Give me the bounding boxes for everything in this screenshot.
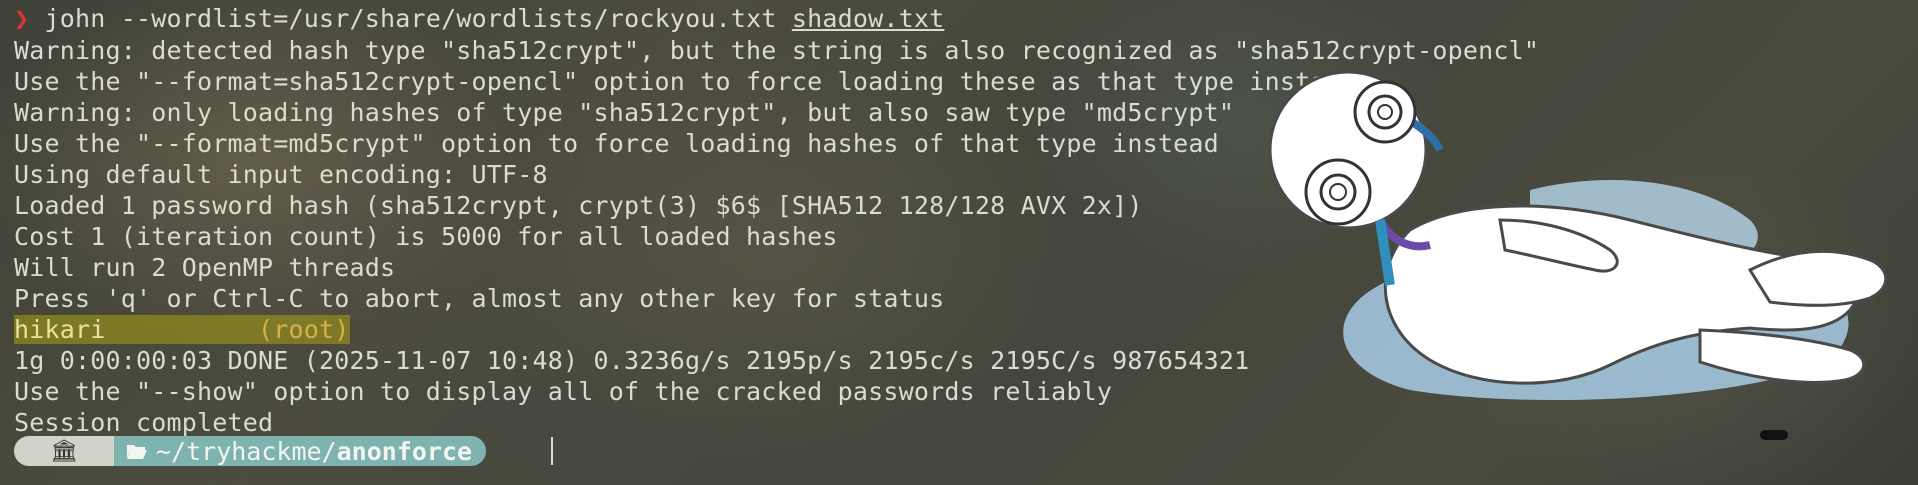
- output-line: Cost 1 (iteration count) is 5000 for all…: [14, 222, 838, 251]
- prompt-home-segment: 🏛: [14, 436, 114, 466]
- cracked-result-highlight: hikari (root): [14, 315, 350, 344]
- output-line: 1g 0:00:00:03 DONE (2025-11-07 10:48) 0.…: [14, 346, 1250, 375]
- folder-open-icon: [127, 445, 147, 459]
- text-cursor: [551, 437, 553, 465]
- bank-icon: 🏛: [50, 438, 78, 464]
- command-line: ❯ john --wordlist=/usr/share/wordlists/r…: [14, 4, 944, 34]
- command-text: john --wordlist=/usr/share/wordlists/roc…: [44, 4, 792, 33]
- output-line: Warning: only loading hashes of type "sh…: [14, 98, 1235, 127]
- output-line: Using default input encoding: UTF-8: [14, 160, 548, 189]
- command-file-argument[interactable]: shadow.txt: [792, 4, 945, 33]
- output-line: Use the "--format=md5crypt" option to fo…: [14, 129, 1219, 158]
- output-line: Session completed: [14, 408, 274, 437]
- prompt-path-segment: ~/tryhackme/anonforce: [114, 436, 487, 466]
- result-spacing: [106, 315, 259, 344]
- output-line: Press 'q' or Ctrl-C to abort, almost any…: [14, 284, 945, 313]
- astronaut-sticker-icon: [1268, 70, 1888, 440]
- cracked-password: hikari: [14, 315, 106, 344]
- output-line: Loaded 1 password hash (sha512crypt, cry…: [14, 191, 1143, 220]
- shell-prompt: 🏛 ~/tryhackme/anonforce: [14, 436, 487, 466]
- path-current-dir: anonforce: [336, 436, 473, 466]
- output-line: Use the "--show" option to display all o…: [14, 377, 1113, 406]
- output-line: Warning: detected hash type "sha512crypt…: [14, 36, 1540, 65]
- prompt-arrow-icon: ❯: [14, 4, 30, 33]
- cracked-user: (root): [258, 315, 350, 344]
- cracked-result-line: hikari (root): [14, 315, 350, 345]
- path-prefix: ~/tryhackme/: [156, 436, 337, 466]
- output-line: Will run 2 OpenMP threads: [14, 253, 396, 282]
- output-line: Use the "--format=sha512crypt-opencl" op…: [14, 67, 1357, 96]
